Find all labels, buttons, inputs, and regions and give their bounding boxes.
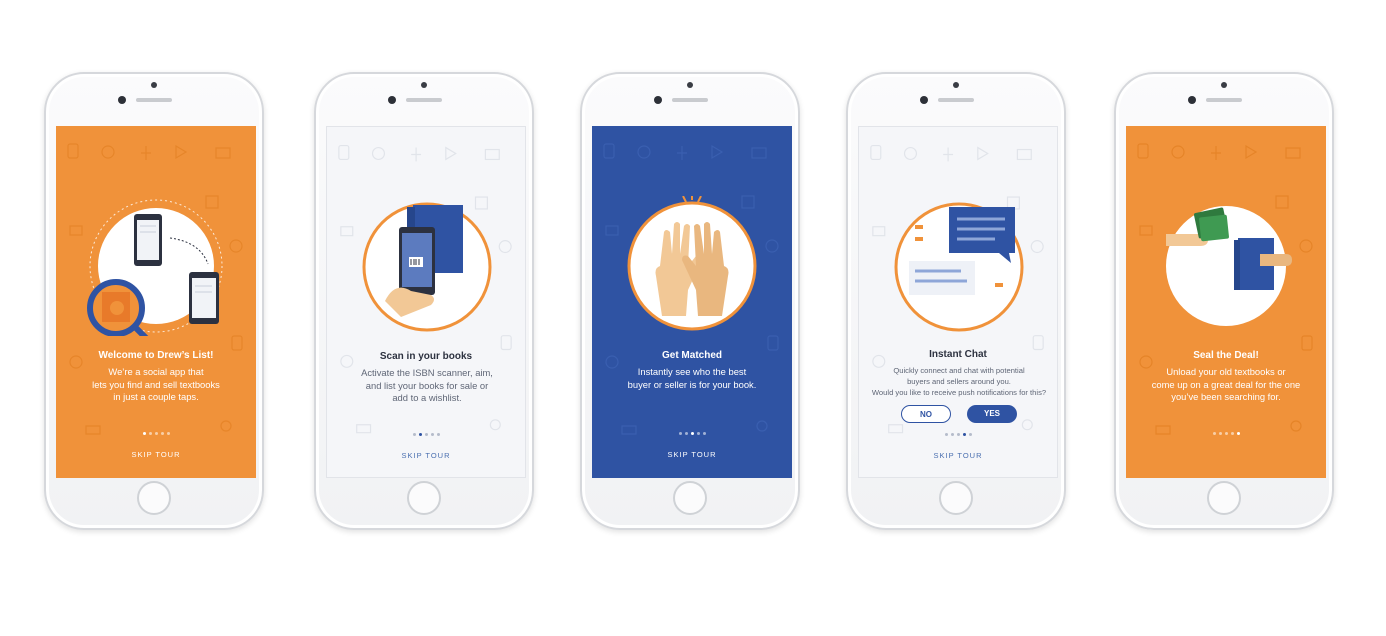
page-dot[interactable] [1236,432,1240,435]
page-dot[interactable] [962,433,966,436]
description-line: you’ve been searching for. [1171,391,1281,402]
page-dot[interactable] [684,432,688,435]
description-line: and list your books for sale or [365,379,489,391]
onboarding-screen-chat: Instant Chat Quickly connect and chat wi… [858,126,1058,478]
page-dot[interactable] [154,432,158,435]
page-dot[interactable] [412,433,416,436]
earpiece-speaker [136,98,172,102]
description-line: Activate the ISBN scanner, aim, [361,367,493,378]
proximity-sensor [953,82,959,88]
proximity-sensor [1221,82,1227,88]
description-line: We’re a social app that [108,366,204,377]
page-indicator [327,433,525,436]
phone-scan: Scan in your books Activate the ISBN sca… [314,72,534,530]
scan-book-illustration [362,202,492,332]
page-dot[interactable] [702,432,706,435]
onboarding-screen-welcome: Welcome to Drew’s List! We’re a social a… [56,126,256,478]
description-line: in just a couple taps. [113,391,199,402]
page-dot[interactable] [950,433,954,436]
proximity-sensor [151,82,157,88]
page-dot[interactable] [142,432,146,435]
page-dot[interactable] [424,433,428,436]
front-camera [654,96,662,104]
page-dot[interactable] [436,433,440,436]
screen-title: Instant Chat [929,349,987,360]
page-dot[interactable] [166,432,170,435]
earpiece-speaker [938,98,974,102]
screen-description: We’re a social app that lets you find an… [62,366,250,404]
yes-button[interactable]: YES [967,405,1017,423]
description-line: Would you like to receive push notificat… [871,388,1047,397]
home-button[interactable] [1207,481,1241,515]
page-dot[interactable] [1224,432,1228,435]
chat-bubbles-illustration [894,202,1024,332]
page-indicator [1126,432,1326,435]
earpiece-speaker [672,98,708,102]
screen-title: Scan in your books [379,351,473,362]
skip-tour-button[interactable]: SKIP TOUR [327,451,525,460]
skip-tour-button[interactable]: SKIP TOUR [592,450,792,459]
page-dot[interactable] [696,432,700,435]
description-line: buyers and sellers around you. [907,377,1011,386]
page-dot[interactable] [678,432,682,435]
front-camera [920,96,928,104]
earpiece-speaker [406,98,442,102]
description-line: come up on a great deal for the one [1151,378,1301,390]
screen-description: Instantly see who the best buyer or sell… [598,366,786,391]
page-dot[interactable] [1212,432,1216,435]
phone-welcome: Welcome to Drew’s List! We’re a social a… [44,72,264,530]
page-indicator [592,432,792,435]
home-button[interactable] [407,481,441,515]
home-button[interactable] [673,481,707,515]
front-camera [118,96,126,104]
page-dot[interactable] [148,432,152,435]
money-book-exchange-illustration [1166,206,1292,326]
screen-title: Welcome to Drew’s List! [98,350,214,361]
onboarding-screen-matched: Get Matched Instantly see who the best b… [592,126,792,478]
home-button[interactable] [939,481,973,515]
page-dot[interactable] [944,433,948,436]
high-five-illustration [627,196,757,331]
skip-tour-button[interactable]: SKIP TOUR [56,450,256,459]
phone-chat: Instant Chat Quickly connect and chat wi… [846,72,1066,530]
onboarding-screen-scan: Scan in your books Activate the ISBN sca… [326,126,526,478]
screen-description: Quickly connect and chat with potential … [865,365,1053,398]
page-dot[interactable] [1230,432,1234,435]
screen-title: Seal the Deal! [1193,350,1259,361]
page-dot[interactable] [418,433,422,436]
phone-deal: Seal the Deal! Unload your old textbooks… [1114,72,1334,530]
onboarding-screen-deal: Seal the Deal! Unload your old textbooks… [1126,126,1326,478]
skip-tour-button[interactable]: SKIP TOUR [859,451,1057,460]
description-line: Instantly see who the best [637,366,747,377]
screen-description: Unload your old textbooks or come up on … [1132,366,1320,404]
screen-description: Activate the ISBN scanner, aim, and list… [333,367,521,405]
phone-matched: Get Matched Instantly see who the best b… [580,72,800,530]
home-button[interactable] [137,481,171,515]
screen-title: Get Matched [661,350,722,361]
description-line: Quickly connect and chat with potential [893,366,1025,375]
page-dot[interactable] [690,432,694,435]
description-line: add to a wishlist. [392,392,462,403]
proximity-sensor [687,82,693,88]
front-camera [388,96,396,104]
front-camera [1188,96,1196,104]
page-dot[interactable] [430,433,434,436]
page-dot[interactable] [968,433,972,436]
proximity-sensor [421,82,427,88]
page-dot[interactable] [1218,432,1222,435]
no-button[interactable]: NO [901,405,951,423]
page-indicator [56,432,256,435]
description-line: buyer or seller is for your book. [627,378,757,390]
earpiece-speaker [1206,98,1242,102]
description-line: Unload your old textbooks or [1166,366,1286,377]
page-dot[interactable] [160,432,164,435]
description-line: lets you find and sell textbooks [92,378,220,390]
page-dot[interactable] [956,433,960,436]
page-indicator [859,433,1057,436]
phones-search-illustration [87,199,223,336]
